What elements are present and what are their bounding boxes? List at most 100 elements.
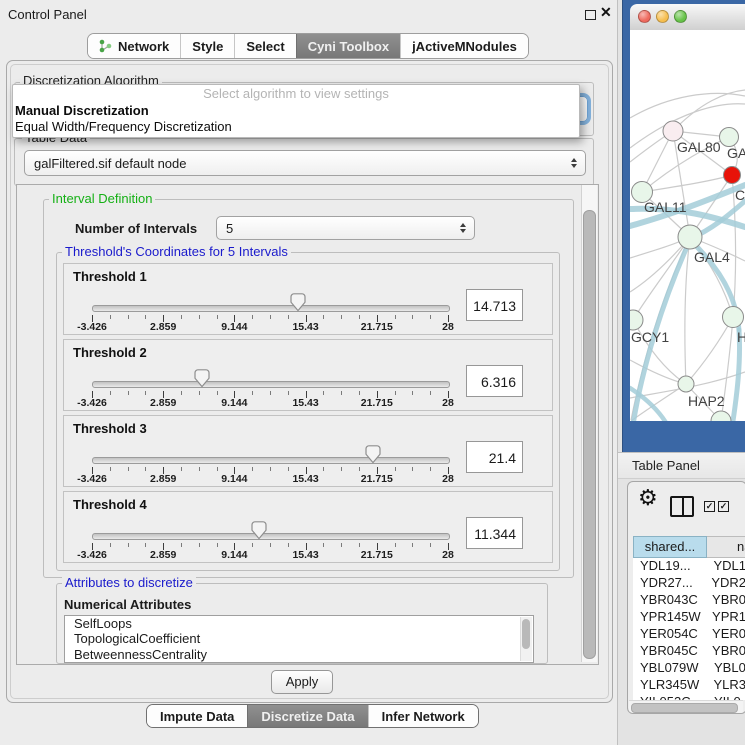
slider-tick-label: 28	[442, 397, 454, 409]
slider-tick	[199, 543, 200, 547]
cell-name[interactable]: YBR0	[705, 592, 745, 609]
cell-shared-name[interactable]: YBL079W	[633, 660, 707, 677]
slider-track[interactable]	[92, 533, 450, 540]
cell-shared-name[interactable]: YDR27...	[633, 575, 704, 592]
cell-name[interactable]: YBR0	[705, 643, 745, 660]
tab-cyni-toolbox[interactable]: Cyni Toolbox	[296, 34, 400, 58]
threshold-value-field[interactable]: 6.316	[466, 365, 523, 397]
float-window-icon[interactable]	[585, 10, 596, 20]
cell-shared-name[interactable]: YPR145W	[633, 609, 705, 626]
network-canvas[interactable]: GAL80GACGAL11GAL4GCY1HHAP2	[630, 30, 745, 421]
numerical-attributes-list[interactable]: SelfLoopsTopologicalCoefficientBetweenne…	[64, 615, 534, 663]
network-node[interactable]	[630, 310, 643, 330]
network-node[interactable]	[723, 307, 744, 328]
slider-thumb[interactable]	[290, 293, 306, 312]
number-of-intervals-combobox[interactable]: 5	[216, 216, 475, 240]
table-row[interactable]: YBR045CYBR0	[633, 643, 745, 660]
dropdown-option[interactable]: Manual Discretization	[13, 103, 579, 119]
threshold-value-field[interactable]: 14.713	[466, 289, 523, 321]
table-row[interactable]: YER054CYER0	[633, 626, 745, 643]
checkbox-icon[interactable]: ✓	[718, 501, 729, 512]
list-scrollbar[interactable]	[520, 617, 532, 661]
slider-track[interactable]	[92, 305, 450, 312]
horizontal-scrollbar-thumb[interactable]	[631, 703, 738, 713]
threshold-value-field[interactable]: 11.344	[466, 517, 523, 549]
slider-tick-label: 15.43	[292, 397, 318, 409]
slider-thumb[interactable]	[251, 521, 267, 540]
slider-tick	[270, 543, 271, 547]
threshold-panel: Threshold 4-3.4262.8599.14415.4321.71528…	[63, 491, 553, 563]
combo-arrows-icon	[460, 223, 466, 233]
slider-tick	[359, 391, 360, 395]
cell-name[interactable]: YER0	[705, 626, 745, 643]
network-node[interactable]	[678, 376, 694, 392]
table-row[interactable]: YDR27...YDR2	[633, 575, 745, 592]
slider-tick	[181, 467, 182, 471]
cell-name[interactable]: YPR1	[705, 609, 745, 626]
table-row[interactable]: YBL079WYBL0	[633, 660, 745, 677]
tab-discretize-data[interactable]: Discretize Data	[247, 705, 367, 727]
minimize-traffic-light[interactable]	[656, 10, 669, 23]
threshold-value-field[interactable]: 21.4	[466, 441, 523, 473]
attribute-list-item[interactable]: BetweennessCentrality	[65, 647, 533, 662]
horizontal-scrollbar[interactable]	[629, 700, 743, 713]
slider-tick	[395, 543, 396, 547]
cell-shared-name[interactable]: YBR045C	[633, 643, 705, 660]
table-row[interactable]: YBR043CYBR0	[633, 592, 745, 609]
tab-style[interactable]: Style	[180, 34, 234, 58]
attribute-list-item[interactable]: SelfLoops	[65, 616, 533, 631]
slider-tick	[412, 315, 413, 319]
close-traffic-light[interactable]	[638, 10, 651, 23]
network-edge	[685, 237, 690, 384]
slider-tick-label: 9.144	[221, 549, 247, 561]
panel-title: Control Panel	[8, 7, 87, 22]
slider-tick	[288, 391, 289, 395]
table-row[interactable]: YLR345WYLR3	[633, 677, 745, 694]
table-data-combobox[interactable]: galFiltered.sif default node	[24, 150, 586, 176]
gear-icon[interactable]: ⚙	[638, 485, 658, 511]
dropdown-option[interactable]: Equal Width/Frequency Discretization	[13, 119, 579, 135]
slider-thumb[interactable]	[194, 369, 210, 388]
slider-track[interactable]	[92, 457, 450, 464]
tab-select[interactable]: Select	[234, 34, 295, 58]
vertical-scrollbar-thumb[interactable]	[583, 210, 596, 659]
close-icon[interactable]: ✕	[600, 4, 612, 21]
list-scrollbar-thumb[interactable]	[522, 619, 530, 649]
slider-tick	[199, 315, 200, 319]
column-header-shared-name[interactable]: shared...	[633, 536, 707, 558]
tab-network[interactable]: Network	[88, 34, 180, 58]
tab-label: Select	[246, 39, 284, 54]
tab-impute-data[interactable]: Impute Data	[147, 705, 247, 727]
slider-tick-label: -3.426	[77, 549, 107, 561]
network-node[interactable]	[678, 225, 702, 249]
cell-shared-name[interactable]: YBR043C	[633, 592, 705, 609]
attribute-list-item[interactable]: TopologicalCoefficient	[65, 631, 533, 646]
slider-tick	[181, 391, 182, 395]
network-node[interactable]	[720, 128, 739, 147]
apply-button[interactable]: Apply	[271, 670, 333, 694]
cell-name[interactable]: YBL0	[707, 660, 745, 677]
cell-shared-name[interactable]: YLR345W	[633, 677, 706, 694]
cell-shared-name[interactable]: YDL19...	[633, 558, 706, 575]
cell-name[interactable]: YDL1	[706, 558, 745, 575]
threshold-panel: Threshold 2-3.4262.8599.14415.4321.71528…	[63, 339, 553, 411]
slider-tick	[412, 543, 413, 547]
tab-jactivemnodules[interactable]: jActiveMNodules	[400, 34, 528, 58]
network-node[interactable]	[724, 167, 741, 184]
zoom-traffic-light[interactable]	[674, 10, 687, 23]
slider-thumb[interactable]	[365, 445, 381, 464]
checkbox-icon[interactable]: ✓	[704, 501, 715, 512]
slider-track[interactable]	[92, 381, 450, 388]
slider-tick-label: 15.43	[292, 549, 318, 561]
tab-infer-network[interactable]: Infer Network	[368, 705, 478, 727]
network-node[interactable]	[663, 121, 683, 141]
cell-shared-name[interactable]: YER054C	[633, 626, 705, 643]
table-row[interactable]: YDL19...YDL1	[633, 558, 745, 575]
column-header-name[interactable]: na	[707, 536, 745, 558]
network-node[interactable]	[711, 411, 731, 421]
slider-tick-label: 2.859	[150, 473, 176, 485]
columns-icon[interactable]	[670, 496, 694, 517]
cell-name[interactable]: YDR2	[704, 575, 745, 592]
cell-name[interactable]: YLR3	[706, 677, 745, 694]
table-row[interactable]: YPR145WYPR1	[633, 609, 745, 626]
